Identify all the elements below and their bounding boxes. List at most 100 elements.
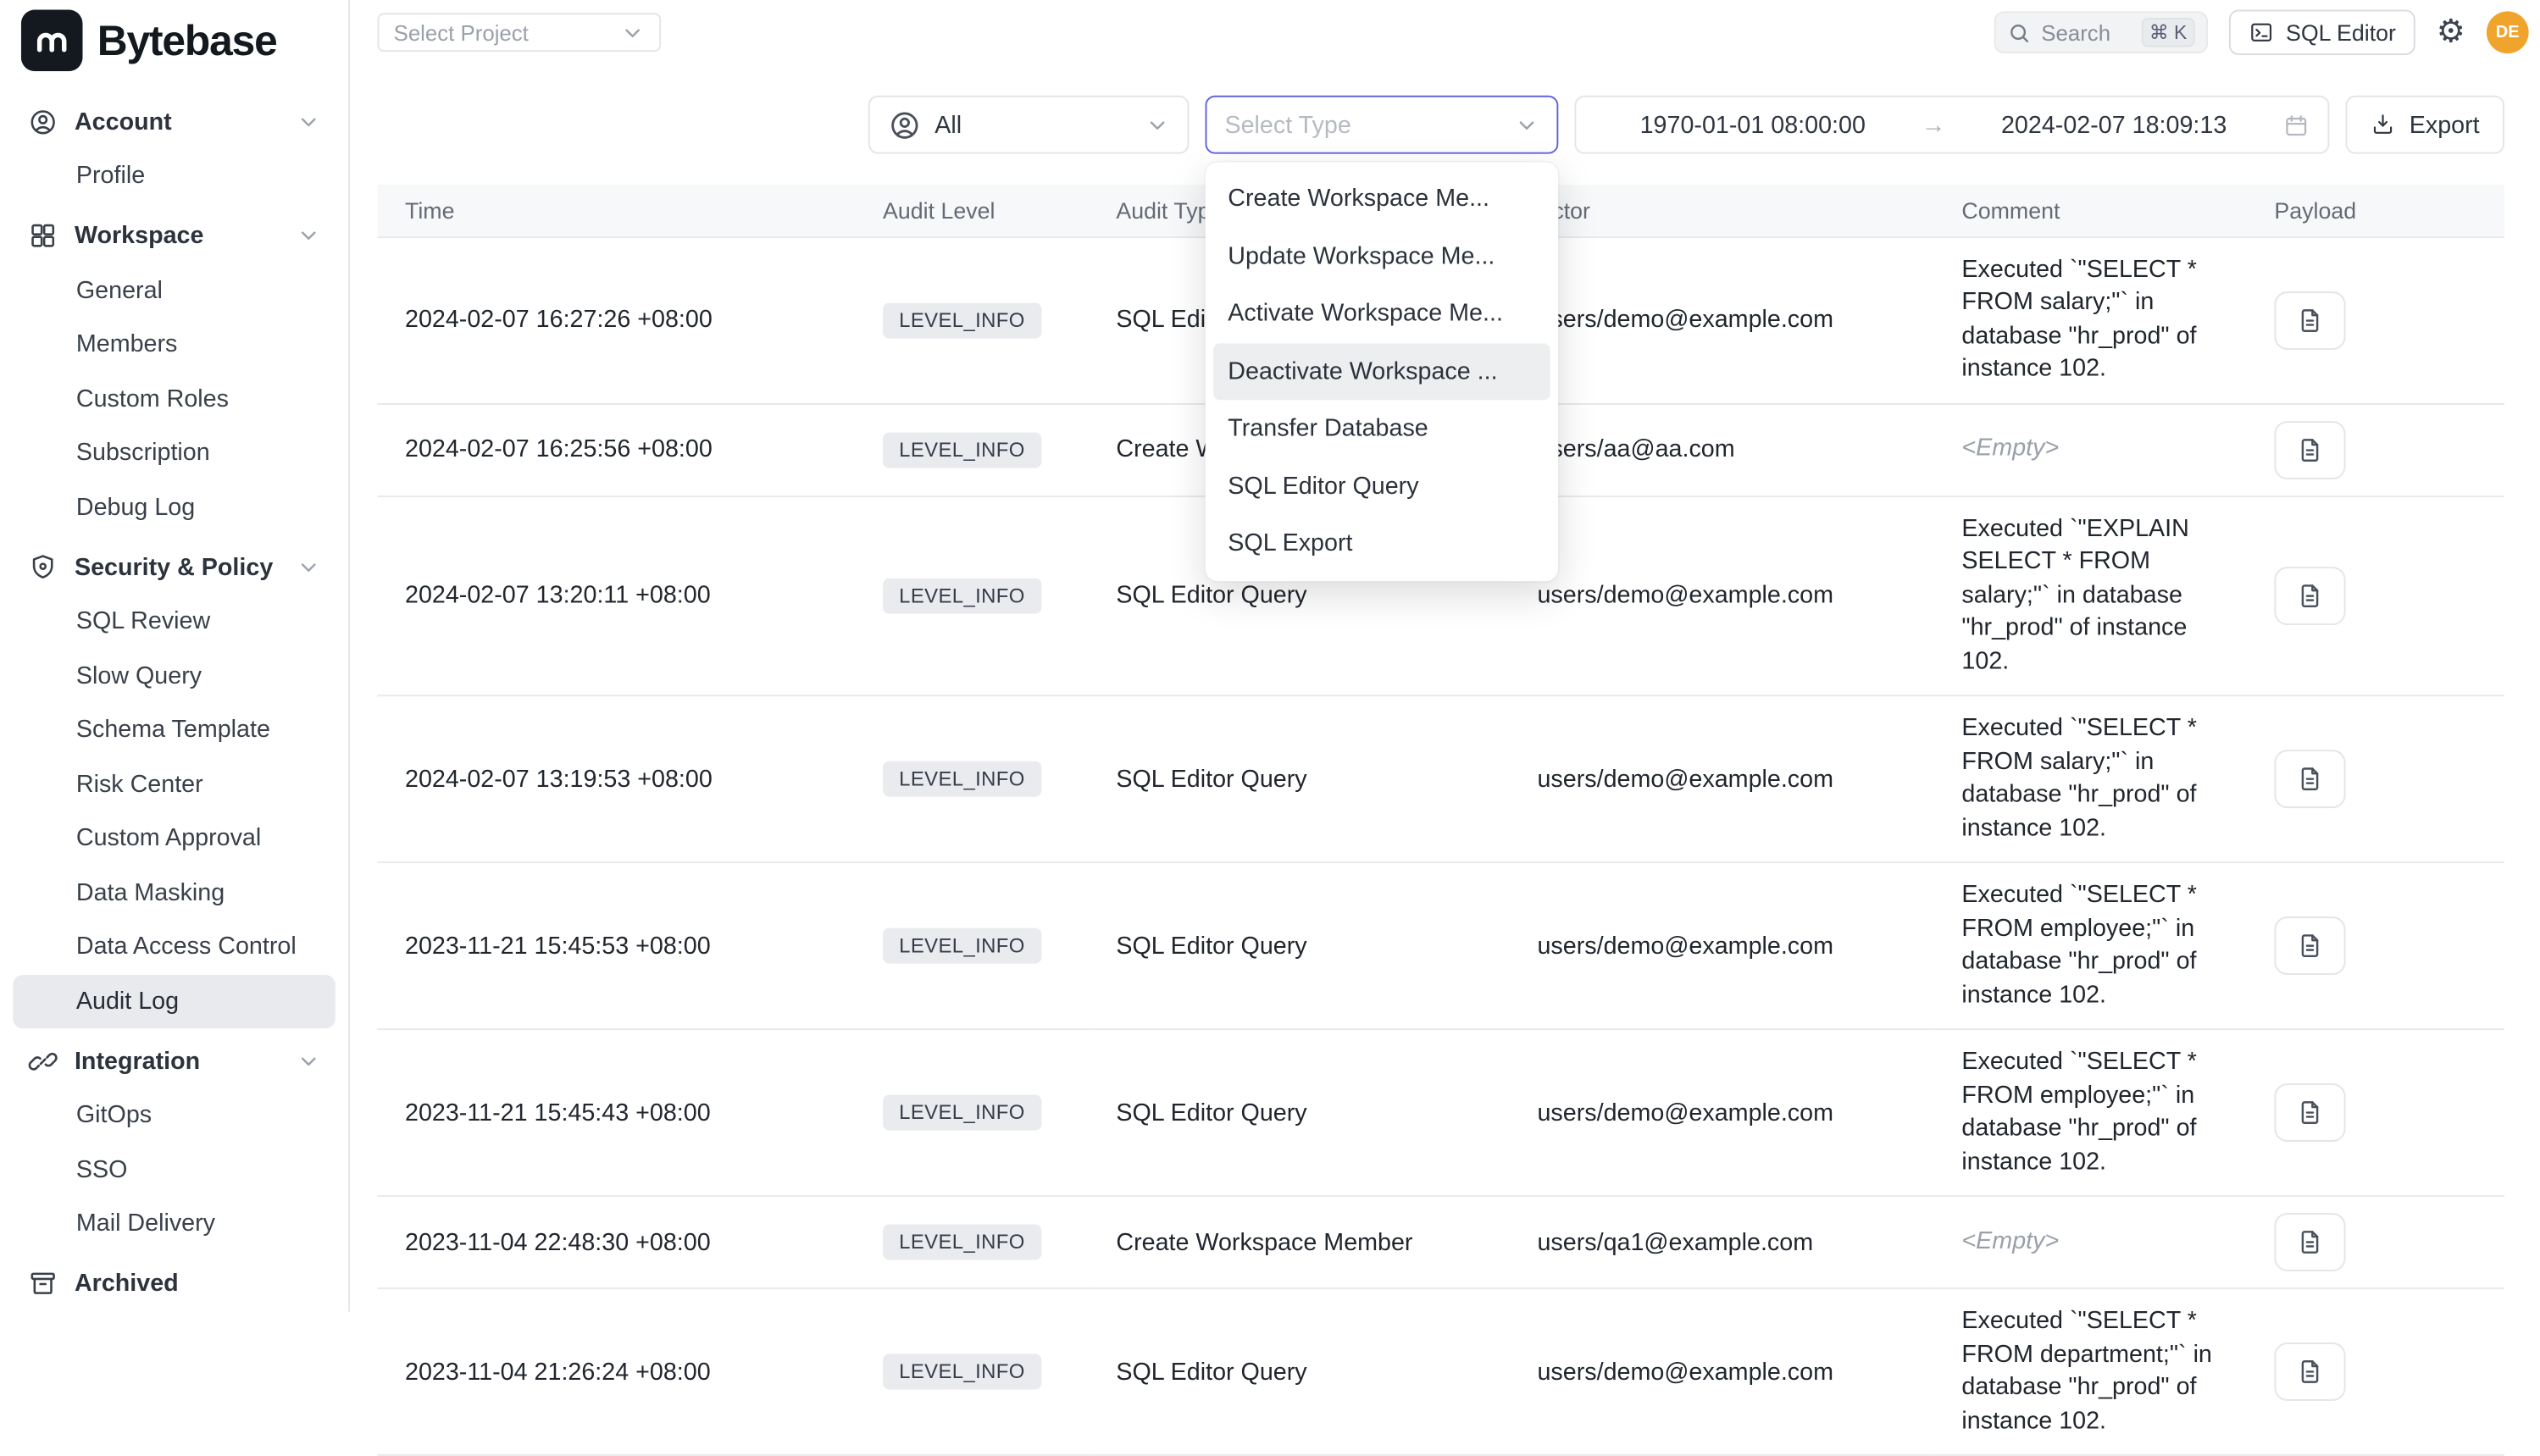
sidebar-item-slow-query[interactable]: Slow Query	[13, 649, 335, 703]
user-avatar[interactable]: DE	[2487, 11, 2529, 53]
dropdown-option-create-workspace-member[interactable]: Create Workspace Me...	[1206, 170, 1559, 228]
date-to-value[interactable]: 2024-02-07 18:09:13	[1955, 111, 2273, 139]
audit-level-badge: LEVEL_INFO	[883, 578, 1041, 613]
scope-select-value: All	[934, 111, 962, 139]
column-header-audit-level: Audit Level	[856, 185, 1089, 236]
sidebar-nav: Account Profile Workspace General Member…	[0, 81, 348, 1311]
sidebar-item-custom-roles[interactable]: Custom Roles	[13, 372, 335, 426]
audit-time: 2024-02-07 13:20:11 +08:00	[377, 495, 855, 695]
table-row: 2023-11-21 15:45:53 +08:00 LEVEL_INFO SQ…	[377, 862, 2504, 1029]
sidebar-section-archived[interactable]: Archived	[13, 1256, 335, 1311]
audit-type: SQL Editor Query	[1089, 862, 1510, 1029]
sidebar-item-risk-center[interactable]: Risk Center	[13, 757, 335, 811]
audit-level-badge: LEVEL_INFO	[883, 432, 1041, 468]
file-icon	[2295, 1098, 2324, 1127]
sidebar-item-schema-template[interactable]: Schema Template	[13, 703, 335, 757]
sidebar-item-sso[interactable]: SSO	[13, 1143, 335, 1197]
chevron-down-icon	[297, 555, 321, 579]
audit-level-badge: LEVEL_INFO	[883, 1095, 1041, 1131]
search-icon	[2007, 20, 2032, 45]
chevron-down-icon	[1515, 113, 1539, 137]
settings-gear-icon[interactable]: ⚙	[2437, 16, 2465, 48]
dropdown-option-activate-workspace-member[interactable]: Activate Workspace Me...	[1206, 285, 1559, 343]
dropdown-option-transfer-database[interactable]: Transfer Database	[1206, 400, 1559, 457]
sidebar-item-custom-approval[interactable]: Custom Approval	[13, 811, 335, 866]
audit-type: SQL Editor Query	[1089, 1288, 1510, 1455]
sidebar-item-data-access-control[interactable]: Data Access Control	[13, 920, 335, 974]
calendar-icon	[2282, 111, 2310, 139]
export-button[interactable]: Export	[2346, 96, 2504, 154]
table-row: 2024-02-07 13:19:53 +08:00 LEVEL_INFO SQ…	[377, 695, 2504, 862]
file-icon	[2295, 1227, 2324, 1256]
sidebar-section-account[interactable]: Account	[13, 94, 335, 149]
sidebar-section-integration[interactable]: Integration	[13, 1033, 335, 1088]
audit-time: 2024-02-07 16:25:56 +08:00	[377, 403, 855, 495]
sidebar-item-audit-log[interactable]: Audit Log	[13, 974, 335, 1028]
filter-bar: All Select Type 1970-01-01 08:00:00 → 20…	[377, 96, 2504, 154]
payload-button[interactable]	[2274, 750, 2345, 808]
audit-actor: users/qa1@example.com	[1510, 1196, 1934, 1288]
download-icon	[2371, 112, 2397, 138]
terminal-icon	[2249, 19, 2275, 46]
table-row: 2023-11-21 15:45:43 +08:00 LEVEL_INFO SQ…	[377, 1029, 2504, 1196]
section-label: Security & Policy	[75, 553, 273, 581]
app-window: Bytebase Account Profile Workspace Gener…	[0, 0, 2540, 1312]
table-row: 2023-11-04 22:48:30 +08:00 LEVEL_INFO Cr…	[377, 1196, 2504, 1288]
file-icon	[2295, 581, 2324, 610]
payload-button[interactable]	[2274, 1083, 2345, 1142]
sidebar-item-profile[interactable]: Profile	[13, 149, 335, 203]
payload-button[interactable]	[2274, 1213, 2345, 1271]
sidebar-item-subscription[interactable]: Subscription	[13, 426, 335, 480]
type-select-placeholder: Select Type	[1224, 111, 1350, 139]
payload-button[interactable]	[2274, 1343, 2345, 1401]
audit-comment: Executed `"EXPLAIN SELECT * FROM salary;…	[1961, 512, 2230, 678]
payload-button[interactable]	[2274, 567, 2345, 625]
sidebar-item-members[interactable]: Members	[13, 318, 335, 372]
search-box[interactable]: ⌘ K	[1994, 11, 2208, 53]
audit-level-badge: LEVEL_INFO	[883, 1224, 1041, 1259]
sidebar-item-general[interactable]: General	[13, 263, 335, 318]
section-label: Workspace	[75, 222, 204, 250]
audit-level-badge: LEVEL_INFO	[883, 928, 1041, 964]
audit-time: 2024-02-07 16:27:26 +08:00	[377, 236, 855, 403]
brand-name: Bytebase	[97, 15, 277, 65]
column-header-actor: Actor	[1510, 185, 1934, 236]
sidebar-section-workspace[interactable]: Workspace	[13, 208, 335, 263]
topbar-actions: ⌘ K SQL Editor ⚙ DE	[1994, 9, 2529, 55]
sidebar-item-gitops[interactable]: GitOps	[13, 1088, 335, 1143]
payload-button[interactable]	[2274, 291, 2345, 349]
payload-button[interactable]	[2274, 420, 2345, 479]
audit-actor: users/demo@example.com	[1510, 1288, 1934, 1455]
sql-editor-button[interactable]: SQL Editor	[2229, 9, 2415, 55]
dropdown-option-update-workspace-member[interactable]: Update Workspace Me...	[1206, 228, 1559, 285]
sidebar-item-sql-review[interactable]: SQL Review	[13, 595, 335, 649]
date-range-picker[interactable]: 1970-01-01 08:00:00 → 2024-02-07 18:09:1…	[1574, 96, 2329, 154]
export-label: Export	[2410, 111, 2480, 139]
chevron-down-icon	[620, 20, 645, 45]
file-icon	[2295, 1357, 2324, 1386]
project-select-placeholder: Select Project	[394, 20, 529, 45]
audit-actor: users/demo@example.com	[1510, 862, 1934, 1029]
payload-button[interactable]	[2274, 916, 2345, 975]
file-icon	[2295, 305, 2324, 334]
sidebar-item-debug-log[interactable]: Debug Log	[13, 480, 335, 534]
dropdown-option-sql-export[interactable]: SQL Export	[1206, 515, 1559, 573]
audit-time: 2024-02-07 13:19:53 +08:00	[377, 695, 855, 862]
sidebar-item-data-masking[interactable]: Data Masking	[13, 866, 335, 920]
search-input[interactable]	[2041, 20, 2131, 45]
sidebar-item-mail-delivery[interactable]: Mail Delivery	[13, 1197, 335, 1251]
section-label: Integration	[75, 1047, 200, 1075]
date-from-value[interactable]: 1970-01-01 08:00:00	[1594, 111, 1911, 139]
audit-actor: users/demo@example.com	[1510, 695, 1934, 862]
link-icon	[28, 1045, 58, 1076]
actor-scope-select[interactable]: All	[868, 96, 1190, 154]
brand-home-link[interactable]: Bytebase	[0, 0, 348, 81]
audit-comment: Executed `"SELECT * FROM employee;"` in …	[1961, 879, 2230, 1012]
dropdown-option-sql-editor-query[interactable]: SQL Editor Query	[1206, 457, 1559, 515]
sidebar-section-security-policy[interactable]: Security & Policy	[13, 540, 335, 595]
dropdown-option-deactivate-workspace-member[interactable]: Deactivate Workspace ...	[1213, 342, 1550, 400]
audit-type-select[interactable]: Select Type	[1206, 96, 1559, 154]
audit-actor: users/demo@example.com	[1510, 495, 1934, 695]
project-select[interactable]: Select Project	[377, 13, 661, 52]
column-header-time: Time	[377, 185, 855, 236]
